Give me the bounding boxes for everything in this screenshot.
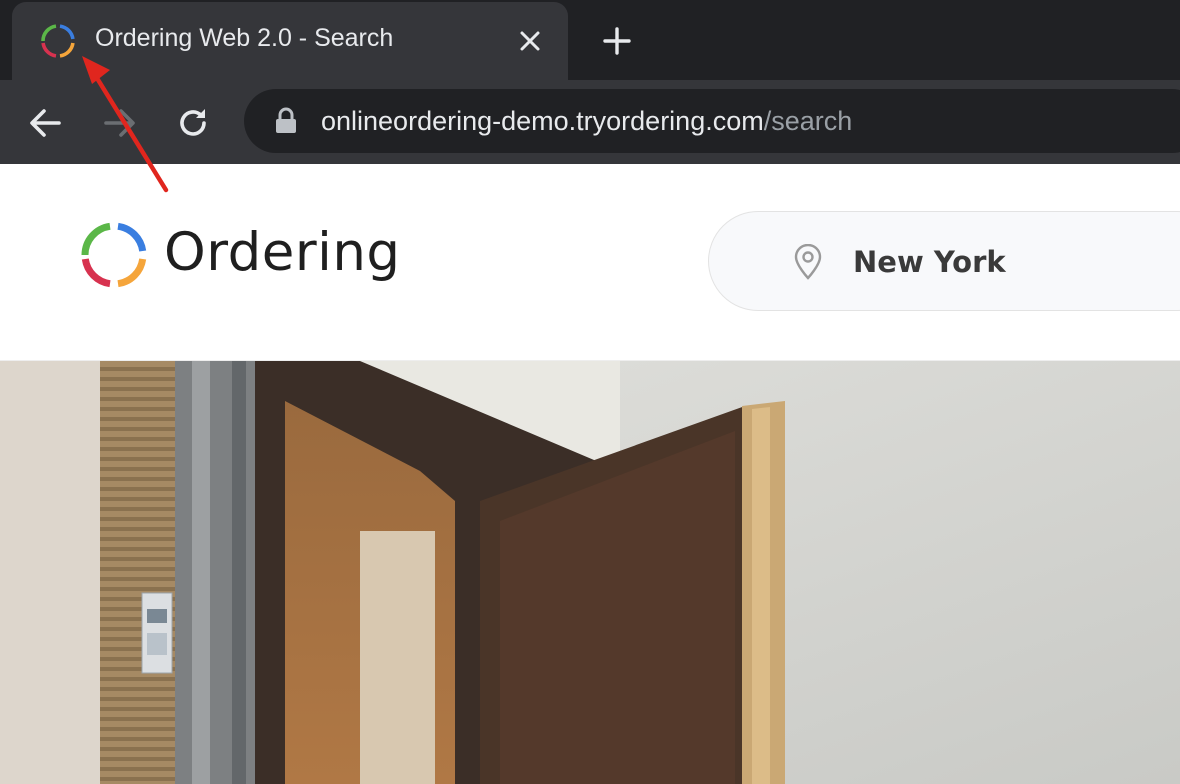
lock-icon	[276, 107, 296, 133]
location-selector[interactable]: New York	[708, 211, 1180, 311]
close-icon	[520, 31, 540, 51]
location-value: New York	[853, 245, 1006, 279]
plus-icon	[603, 27, 631, 55]
reload-button[interactable]	[170, 100, 216, 146]
new-tab-button[interactable]	[596, 20, 638, 62]
arrow-left-icon	[30, 109, 61, 137]
browser-tab[interactable]: Ordering Web 2.0 - Search	[12, 2, 568, 80]
url-path: /search	[763, 106, 853, 136]
ordering-ring-logo-icon	[81, 222, 147, 288]
back-button[interactable]	[22, 100, 68, 146]
browser-toolbar: onlineordering-demo.tryordering.com/sear…	[0, 80, 1180, 164]
url-host: onlineordering-demo.tryordering.com	[321, 106, 764, 136]
map-pin-icon	[794, 244, 822, 280]
hero-image	[0, 361, 1180, 784]
reload-icon	[180, 109, 206, 136]
ordering-ring-icon	[41, 24, 75, 58]
address-bar[interactable]: onlineordering-demo.tryordering.com/sear…	[244, 89, 1180, 153]
hero-photo	[0, 361, 1180, 784]
brand-name: Ordering	[164, 222, 401, 283]
site-header: Ordering New York	[0, 164, 1180, 361]
url-text: onlineordering-demo.tryordering.com/sear…	[321, 106, 852, 137]
forward-button[interactable]	[97, 100, 143, 146]
browser-tab-strip: Ordering Web 2.0 - Search	[0, 0, 1180, 80]
tab-title: Ordering Web 2.0 - Search	[95, 24, 394, 52]
arrow-right-icon	[104, 109, 135, 137]
tab-close-button[interactable]	[514, 25, 546, 57]
